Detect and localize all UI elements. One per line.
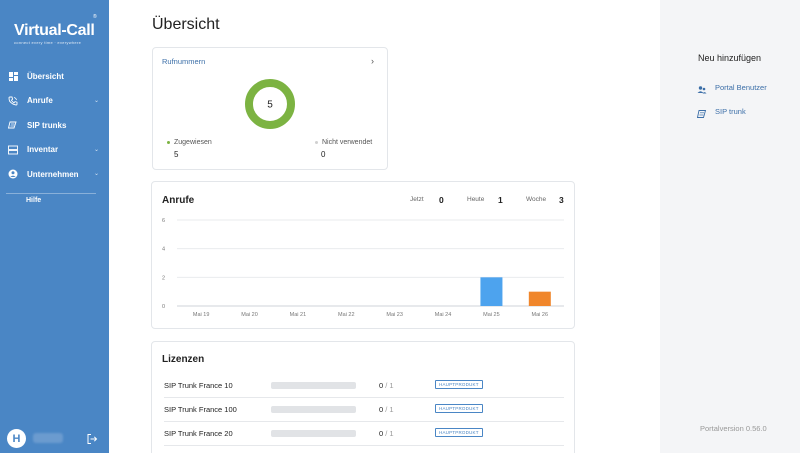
stat-woche-label: Woche: [526, 196, 547, 203]
legend-assigned-label: Zugewiesen: [174, 139, 212, 146]
username-redacted: [33, 433, 63, 443]
license-used: 0: [379, 429, 384, 438]
license-count: 0 / 1: [379, 405, 394, 414]
license-usage-bar: [271, 382, 356, 389]
license-name: SIP Trunk France 10: [164, 381, 233, 390]
license-badge: HAUPTPRODUKT: [435, 428, 483, 437]
sidebar: Virtual-Call connect every time · everyw…: [0, 0, 109, 453]
lizenzen-title: Lizenzen: [162, 354, 205, 365]
license-total: / 1: [385, 381, 394, 390]
license-name: SIP Trunk France 20: [164, 429, 233, 438]
add-portal-user-label: Portal Benutzer: [715, 82, 767, 92]
donut-total-label: 5: [267, 100, 273, 111]
anrufe-title: Anrufe: [162, 195, 195, 206]
add-sip-trunk-link[interactable]: SIP trunk: [696, 106, 746, 118]
unused-count: 0: [321, 150, 326, 159]
lizenzen-card: Lizenzen SIP Trunk France 10 0 / 1 HAUPT…: [151, 341, 575, 453]
add-new-panel: Neu hinzufügen Portal Benutzer SIP trunk…: [660, 0, 800, 453]
x-tick-label: Mai 21: [290, 312, 307, 318]
sidebar-item-unternehmen[interactable]: Unternehmen ⌄: [0, 162, 109, 187]
x-tick-label: Mai 23: [386, 312, 403, 318]
sidebar-item-label: Übersicht: [27, 71, 64, 81]
x-tick-label: Mai 22: [338, 312, 355, 318]
logo-registered-mark: ®: [93, 14, 97, 20]
rufnummern-title-link[interactable]: Rufnummern: [162, 57, 205, 66]
sidebar-item-label: SIP trunks: [27, 120, 67, 130]
x-tick-label: Mai 26: [532, 312, 549, 318]
license-count: 0 / 1: [379, 381, 394, 390]
stat-jetzt-value: 0: [439, 195, 444, 205]
sidebar-item-uebersicht[interactable]: Übersicht: [0, 64, 109, 89]
logo-tagline: connect every time · everywhere: [14, 40, 82, 45]
chart-bar: [480, 277, 503, 306]
y-tick-label: 6: [162, 218, 165, 224]
x-tick-label: Mai 24: [435, 312, 452, 318]
sidebar-item-label: Inventar: [27, 145, 59, 155]
license-usage-bar: [271, 406, 356, 413]
license-name: SIP Trunk France 100: [164, 405, 237, 414]
stat-heute-value: 1: [498, 195, 503, 205]
dashboard-icon: [8, 71, 18, 81]
license-used: 0: [379, 405, 384, 414]
chevron-down-icon: ⌄: [94, 171, 100, 177]
license-total: / 1: [385, 429, 394, 438]
sidebar-item-sip-trunks[interactable]: SIP trunks: [0, 113, 109, 138]
license-badge: HAUPTPRODUKT: [435, 404, 483, 413]
chevron-right-icon[interactable]: ›: [371, 56, 374, 66]
license-row: SIP Trunk France 100 0 / 1 HAUPTPRODUKT: [164, 398, 564, 422]
main-content: Übersicht Rufnummern › 5 Zugewiesen 5 Ni…: [109, 0, 660, 453]
y-tick-label: 2: [162, 275, 165, 281]
y-tick-label: 4: [162, 247, 165, 253]
legend-unused: Nicht verwendet: [315, 139, 372, 146]
license-used: 0: [379, 381, 384, 390]
x-tick-label: Mai 25: [483, 312, 500, 318]
company-icon: [8, 169, 18, 179]
sidebar-item-label: Unternehmen: [27, 169, 79, 179]
rufnummern-card: Rufnummern › 5 Zugewiesen 5 Nicht verwen…: [152, 47, 388, 170]
x-tick-label: Mai 19: [193, 312, 210, 318]
x-tick-label: Mai 20: [241, 312, 258, 318]
stat-woche-value: 3: [559, 195, 564, 205]
chart-bar: [528, 291, 551, 306]
stat-jetzt-label: Jetzt: [410, 196, 424, 203]
sidebar-item-inventar[interactable]: Inventar ⌄: [0, 138, 109, 163]
anrufe-card: Anrufe Jetzt 0 Heute 1 Woche 3 0 2 4 6 Mai 1…: [151, 181, 575, 329]
help-link[interactable]: Hilfe: [26, 197, 41, 204]
license-row: SIP Trunk France 10 0 / 1 HAUPTPRODUKT: [164, 374, 564, 398]
logo[interactable]: Virtual-Call connect every time · everyw…: [14, 22, 96, 46]
nav-divider: [6, 192, 96, 194]
legend-dot-unused: [315, 140, 318, 144]
legend-assigned: Zugewiesen: [167, 139, 212, 146]
legend-dot-assigned: [167, 140, 170, 144]
anrufe-bar-chart: 0 2 4 6 Mai 19 Mai 20 Mai 21 Mai 22 Mai 23 Mai 24…: [162, 218, 564, 318]
sidebar-item-label: Anrufe: [27, 96, 53, 106]
sidebar-item-anrufe[interactable]: Anrufe ⌄: [0, 89, 109, 114]
logout-icon[interactable]: [86, 432, 98, 444]
add-sip-trunk-label: SIP trunk: [715, 106, 746, 116]
add-new-title: Neu hinzufügen: [698, 53, 762, 63]
license-row: SIP Trunk France 20 0 / 1 HAUPTPRODUKT: [164, 422, 564, 446]
avatar[interactable]: H: [7, 429, 26, 448]
sip-trunk-icon: [8, 120, 18, 130]
portal-version: Portalversion 0.56.0: [700, 424, 767, 433]
license-usage-bar: [271, 430, 356, 437]
rufnummern-donut-chart: 5: [245, 79, 295, 129]
sip-trunk-icon: [696, 106, 707, 118]
license-total: / 1: [385, 405, 394, 414]
license-count: 0 / 1: [379, 429, 394, 438]
legend-unused-label: Nicht verwendet: [322, 139, 373, 146]
users-icon: [697, 82, 707, 94]
page-title: Übersicht: [152, 16, 220, 33]
license-badge: HAUPTPRODUKT: [435, 380, 483, 389]
chevron-down-icon: ⌄: [94, 146, 100, 153]
chevron-down-icon: ⌄: [94, 97, 100, 104]
sidebar-nav: Übersicht Anrufe ⌄ SIP trunks Inventar ⌄: [0, 64, 109, 194]
logo-text: Virtual-Call: [14, 22, 95, 39]
assigned-count: 5: [174, 150, 179, 159]
inventory-icon: [8, 145, 18, 155]
stat-heute-label: Heute: [467, 196, 485, 203]
y-tick-label: 0: [162, 304, 165, 310]
phone-icon: [8, 96, 18, 106]
add-portal-user-link[interactable]: Portal Benutzer: [697, 82, 767, 94]
